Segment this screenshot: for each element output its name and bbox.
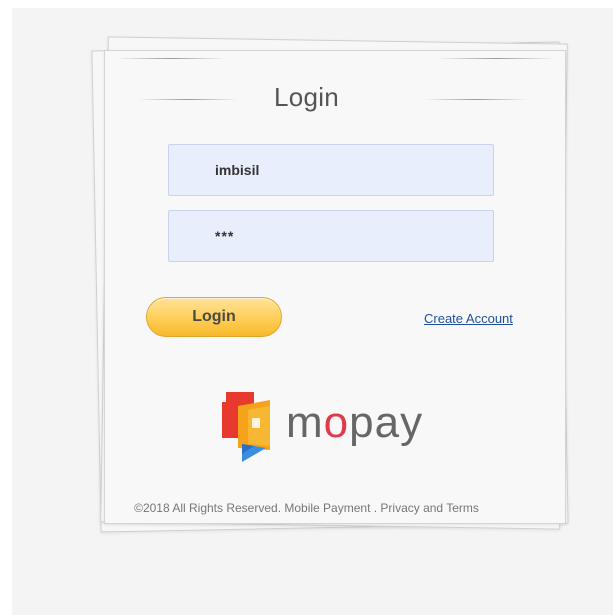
decorative-line-top-right bbox=[436, 58, 556, 59]
login-card bbox=[104, 50, 566, 524]
mopay-wallet-icon bbox=[222, 392, 270, 462]
username-input[interactable] bbox=[168, 144, 494, 196]
wordmark-suffix: pay bbox=[349, 398, 424, 447]
wordmark-prefix: m bbox=[286, 398, 324, 447]
footer-copyright: ©2018 All Rights Reserved. Mobile Paymen… bbox=[134, 501, 479, 515]
wordmark-accent: o bbox=[323, 398, 350, 447]
decorative-line-top-left bbox=[116, 58, 226, 59]
login-title: Login bbox=[273, 82, 340, 112]
mopay-wordmark: mopay bbox=[286, 398, 423, 448]
create-account-link[interactable]: Create Account bbox=[424, 311, 513, 326]
login-button[interactable]: Login bbox=[146, 297, 282, 337]
password-input[interactable] bbox=[168, 210, 494, 262]
